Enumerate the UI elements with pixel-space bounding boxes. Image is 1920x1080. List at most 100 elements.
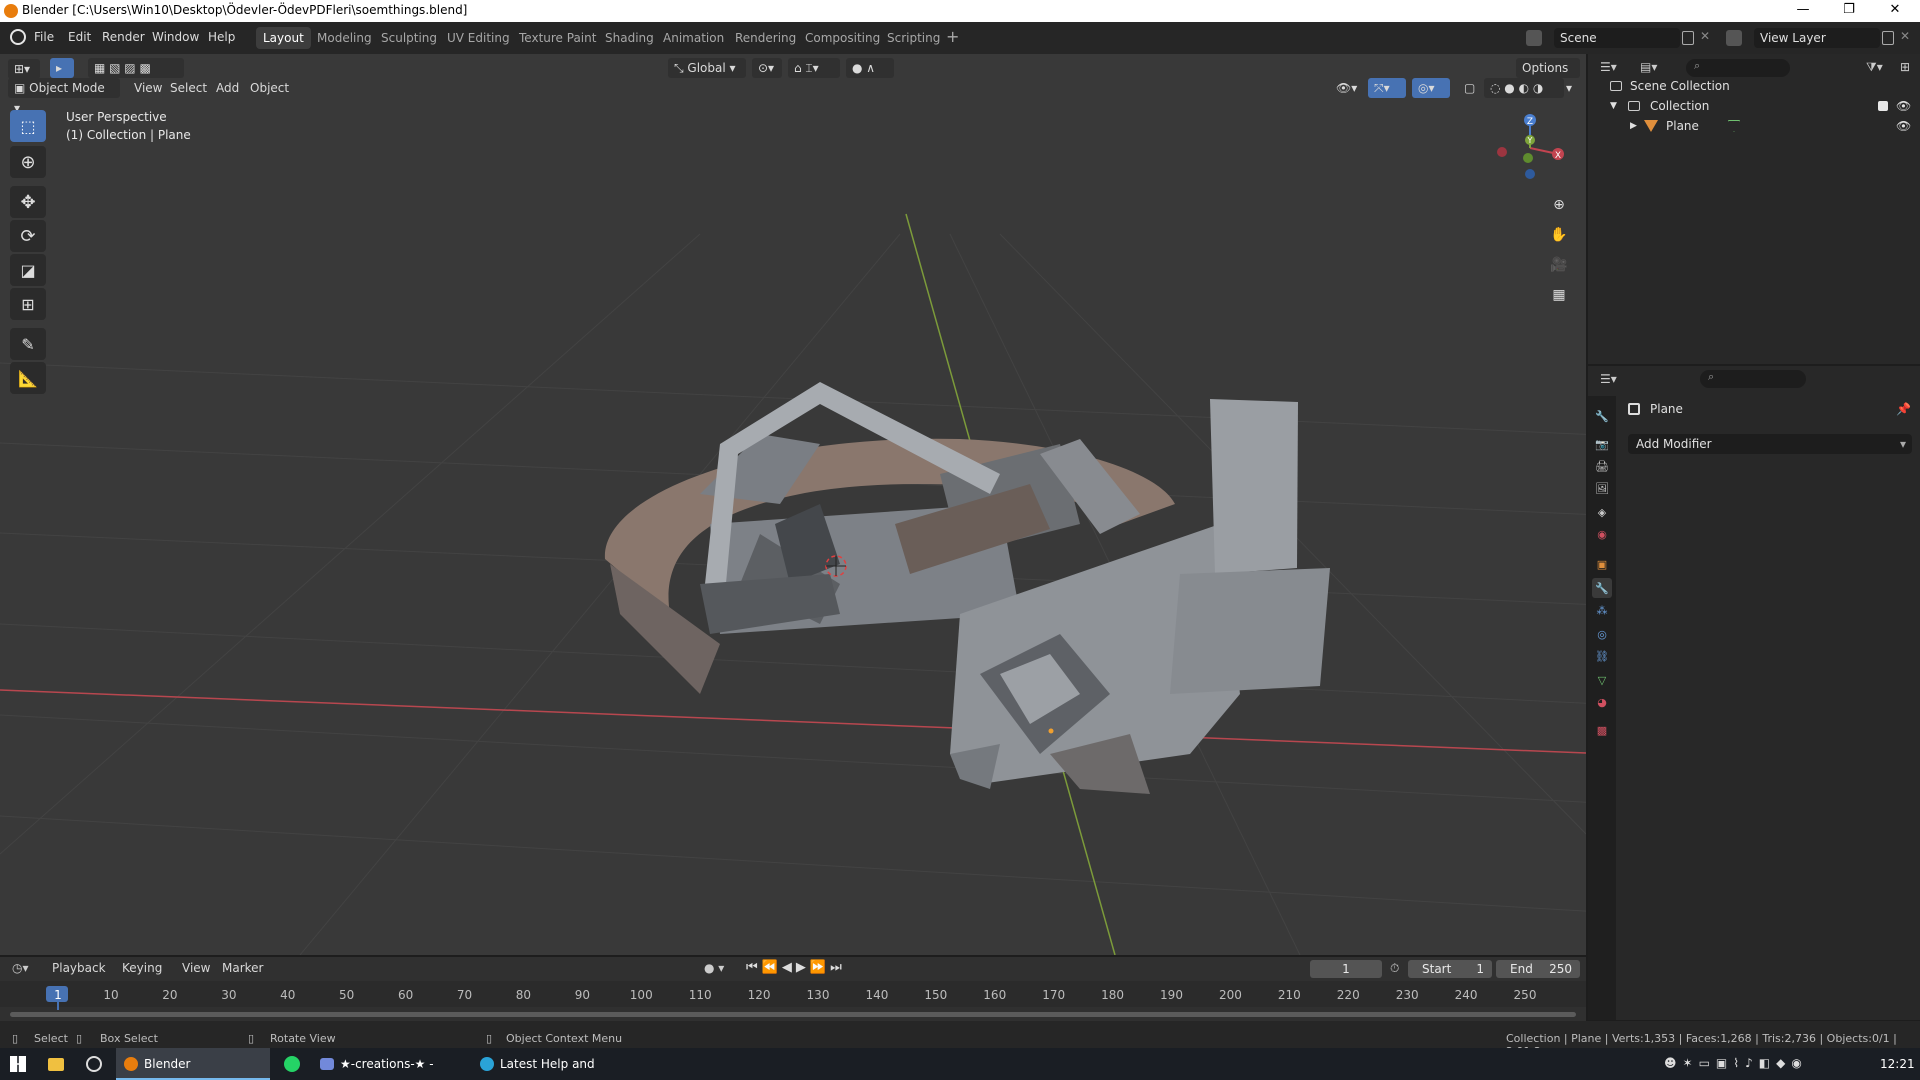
zoom-view-button[interactable]: ⊕ bbox=[1546, 192, 1572, 218]
delete-view-layer-icon[interactable]: ✕ bbox=[1900, 29, 1910, 43]
tab-sculpting[interactable]: Sculpting bbox=[374, 27, 444, 49]
clock-icon[interactable]: ⏱ bbox=[1390, 961, 1399, 976]
tab-rendering[interactable]: Rendering bbox=[728, 27, 803, 49]
tab-render[interactable]: 📷 bbox=[1592, 434, 1612, 454]
pivot-point-select[interactable]: ⊙▾ bbox=[752, 58, 782, 78]
timeline-scrollbar[interactable] bbox=[10, 1012, 1576, 1017]
tab-animation[interactable]: Animation bbox=[656, 27, 731, 49]
end-frame-field[interactable]: End 250 bbox=[1496, 960, 1580, 978]
new-view-layer-icon[interactable] bbox=[1882, 31, 1894, 45]
viewport-menu-add[interactable]: Add bbox=[210, 78, 245, 98]
add-workspace-icon[interactable]: + bbox=[946, 27, 959, 46]
tab-scripting[interactable]: Scripting bbox=[880, 27, 947, 49]
menu-help[interactable]: Help bbox=[208, 30, 235, 44]
view-layer-icon[interactable] bbox=[1726, 30, 1742, 46]
windows-start-icon[interactable] bbox=[10, 1056, 26, 1072]
record-icon[interactable]: ● ▾ bbox=[704, 961, 724, 975]
camera-view-button[interactable]: 🎥 bbox=[1546, 252, 1572, 278]
tab-uv-editing[interactable]: UV Editing bbox=[440, 27, 517, 49]
transform-orientation-select[interactable]: ⤡ Global ▾ bbox=[668, 58, 746, 78]
shading-mode-buttons[interactable]: ◌ ● ◐ ◑ bbox=[1484, 78, 1564, 98]
3d-viewport[interactable]: ⊞▾ ▸ ▦ ▧ ▨ ▩ ⤡ Global ▾ ⊙▾ ⌂ ⌶▾ ● ∧ Opti… bbox=[0, 54, 1586, 955]
gizmo-toggle-icon[interactable]: ⤧▾ bbox=[1368, 78, 1406, 98]
filter-icon[interactable]: ⧩▾ bbox=[1866, 60, 1883, 75]
ortho-toggle-button[interactable]: ▦ bbox=[1546, 282, 1572, 308]
tool-select-box-icon[interactable]: ▸ bbox=[50, 58, 74, 78]
system-tray-icons[interactable]: ☻✶▭▣⌇♪◧◆◉ bbox=[1664, 1056, 1808, 1070]
tab-data[interactable]: ▽ bbox=[1592, 670, 1612, 690]
outliner-row-scene-collection[interactable]: Scene Collection bbox=[1588, 76, 1920, 96]
close-icon[interactable]: ✕ bbox=[1872, 0, 1918, 22]
scene-name-field[interactable]: Scene bbox=[1554, 28, 1680, 48]
tab-material[interactable]: ◕ bbox=[1592, 692, 1612, 712]
tool-transform[interactable]: ⊞ bbox=[10, 288, 46, 320]
timeline-menu-playback[interactable]: Playback bbox=[52, 961, 106, 975]
collapse-icon[interactable]: ▼ bbox=[1610, 96, 1617, 116]
playback-controls[interactable]: ⏮⏪◀▶⏩⏭ bbox=[746, 960, 846, 975]
properties-search-field[interactable]: ⌕ bbox=[1700, 370, 1806, 388]
tab-scene[interactable]: ◈ bbox=[1592, 502, 1612, 522]
tool-scale[interactable]: ◪ bbox=[10, 254, 46, 286]
tab-view-layer[interactable]: 🖼 bbox=[1592, 478, 1612, 498]
outliner-search-field[interactable]: ⌕ bbox=[1686, 59, 1790, 77]
timeline-menu-marker[interactable]: Marker bbox=[222, 961, 263, 975]
tool-move[interactable]: ✥ bbox=[10, 186, 46, 218]
properties-editor-type-button[interactable]: ☰▾ bbox=[1600, 372, 1617, 386]
exclude-checkbox[interactable] bbox=[1878, 101, 1888, 111]
taskbar-edge[interactable]: Latest Help and Feed... bbox=[472, 1048, 628, 1080]
eye-icon[interactable]: 👁 bbox=[1896, 116, 1911, 136]
tab-object[interactable]: ▣ bbox=[1592, 554, 1612, 574]
new-scene-icon[interactable] bbox=[1682, 31, 1694, 45]
object-visibility-icon[interactable]: 👁▾ bbox=[1330, 78, 1363, 98]
tab-modeling[interactable]: Modeling bbox=[310, 27, 379, 49]
cortana-icon[interactable] bbox=[86, 1056, 102, 1072]
shading-options-icon[interactable]: ▾ bbox=[1560, 78, 1578, 98]
delete-scene-icon[interactable]: ✕ bbox=[1700, 29, 1710, 43]
whatsapp-icon[interactable] bbox=[284, 1056, 300, 1072]
tool-measure[interactable]: 📐 bbox=[10, 362, 46, 394]
pan-view-button[interactable]: ✋ bbox=[1546, 222, 1572, 248]
proportional-editing-toggle[interactable]: ● ∧ bbox=[846, 58, 894, 78]
clock-text[interactable]: 12:21 bbox=[1880, 1057, 1915, 1071]
snapping-toggle[interactable]: ⌂ ⌶▾ bbox=[788, 58, 840, 78]
current-frame-field[interactable]: 1 bbox=[1310, 960, 1382, 978]
tool-select-box[interactable]: ⬚ bbox=[10, 110, 46, 142]
tab-shading[interactable]: Shading bbox=[598, 27, 661, 49]
tab-output[interactable]: 🖨 bbox=[1592, 456, 1612, 476]
start-frame-field[interactable]: Start 1 bbox=[1408, 960, 1492, 978]
new-collection-icon[interactable]: ⊞ bbox=[1900, 60, 1910, 74]
add-modifier-button[interactable]: Add Modifier ▾ bbox=[1628, 434, 1912, 454]
tab-texture[interactable]: ▩ bbox=[1592, 720, 1612, 740]
tab-physics[interactable]: ◎ bbox=[1592, 624, 1612, 644]
tab-world[interactable]: ◉ bbox=[1592, 524, 1612, 544]
viewport-menu-object[interactable]: Object bbox=[244, 78, 295, 98]
mode-select[interactable]: ▣ Object Mode ▾ bbox=[8, 78, 120, 115]
menu-window[interactable]: Window bbox=[152, 30, 199, 44]
xray-toggle-icon[interactable]: ▢ bbox=[1458, 78, 1481, 98]
taskbar-discord[interactable]: ★-creations-★ - Disc... bbox=[312, 1048, 468, 1080]
display-mode-button[interactable]: ▤▾ bbox=[1640, 60, 1657, 74]
menu-render[interactable]: Render bbox=[102, 30, 145, 44]
timeline-menu-keying[interactable]: Keying bbox=[122, 961, 162, 975]
tab-compositing[interactable]: Compositing bbox=[798, 27, 887, 49]
restore-icon[interactable]: ❐ bbox=[1826, 0, 1872, 22]
taskbar-blender[interactable]: Blender [C:\Users\Wi... bbox=[116, 1048, 270, 1080]
viewport-menu-view[interactable]: View bbox=[128, 78, 168, 98]
outliner-editor-type-button[interactable]: ☰▾ bbox=[1600, 60, 1617, 74]
expand-icon[interactable]: ▶ bbox=[1630, 116, 1637, 136]
eye-icon[interactable]: 👁 bbox=[1896, 96, 1911, 116]
viewport-menu-select[interactable]: Select bbox=[164, 78, 213, 98]
tab-modifiers[interactable]: 🔧 bbox=[1592, 578, 1612, 598]
tab-tool[interactable]: 🔧 bbox=[1592, 406, 1612, 426]
timeline-editor-type-button[interactable]: ◷▾ bbox=[12, 961, 29, 975]
view-layer-field[interactable]: View Layer bbox=[1754, 28, 1880, 48]
tab-layout[interactable]: Layout bbox=[256, 27, 311, 49]
editor-type-button[interactable]: ⊞▾ bbox=[8, 59, 40, 79]
outliner-row-collection[interactable]: ▼ Collection 👁 bbox=[1588, 96, 1920, 116]
tool-annotate[interactable]: ✎ bbox=[10, 328, 46, 360]
blender-menu-icon[interactable] bbox=[10, 29, 26, 45]
file-explorer-icon[interactable] bbox=[48, 1058, 64, 1071]
tool-rotate[interactable]: ⟳ bbox=[10, 220, 46, 252]
pin-icon[interactable]: 📌 bbox=[1896, 402, 1911, 416]
timeline-menu-view[interactable]: View bbox=[182, 961, 210, 975]
